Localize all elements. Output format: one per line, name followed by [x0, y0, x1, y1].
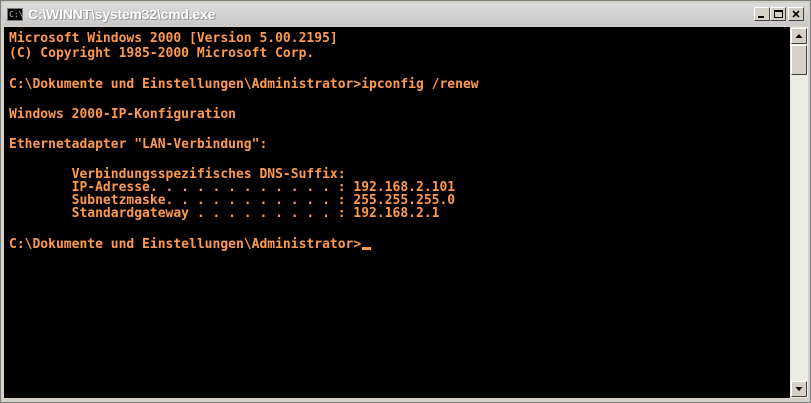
console-line: (C) Copyright 1985-2000 Microsoft Corp. — [9, 46, 315, 61]
console-line: Microsoft Windows 2000 [Version 5.00.219… — [9, 31, 338, 46]
text-cursor — [362, 247, 372, 250]
minimize-button[interactable] — [754, 7, 770, 21]
console-prompt: C:\Dokumente und Einstellungen\Administr… — [9, 237, 362, 252]
maximize-button[interactable] — [770, 7, 786, 21]
command-prompt-icon[interactable]: C:\ — [7, 8, 23, 21]
console-output[interactable]: Microsoft Windows 2000 [Version 5.00.219… — [4, 27, 790, 398]
close-button[interactable] — [788, 7, 804, 21]
console-line: Ethernetadapter "LAN-Verbindung": — [9, 137, 268, 152]
scroll-down-button[interactable] — [791, 381, 807, 397]
vertical-scrollbar[interactable] — [790, 27, 808, 398]
close-icon — [792, 10, 800, 18]
minimize-icon — [758, 16, 764, 18]
console-line: Windows 2000-IP-Konfiguration — [9, 107, 236, 122]
console-prompt-line[interactable]: C:\Dokumente und Einstellungen\Administr… — [9, 237, 372, 253]
window-title: C:\WINNT\system32\cmd.exe — [28, 6, 216, 22]
arrow-up-icon — [795, 34, 803, 38]
cmd-window: C:\ C:\WINNT\system32\cmd.exe Microsoft … — [0, 0, 811, 403]
scroll-thumb[interactable] — [791, 45, 807, 75]
console-line: C:\Dokumente und Einstellungen\Administr… — [9, 77, 479, 92]
scroll-up-button[interactable] — [791, 28, 807, 44]
maximize-icon — [774, 10, 783, 18]
console-line: Standardgateway . . . . . . . . . : 192.… — [9, 206, 440, 221]
arrow-down-icon — [795, 387, 803, 391]
title-bar[interactable]: C:\ C:\WINNT\system32\cmd.exe — [3, 3, 808, 26]
